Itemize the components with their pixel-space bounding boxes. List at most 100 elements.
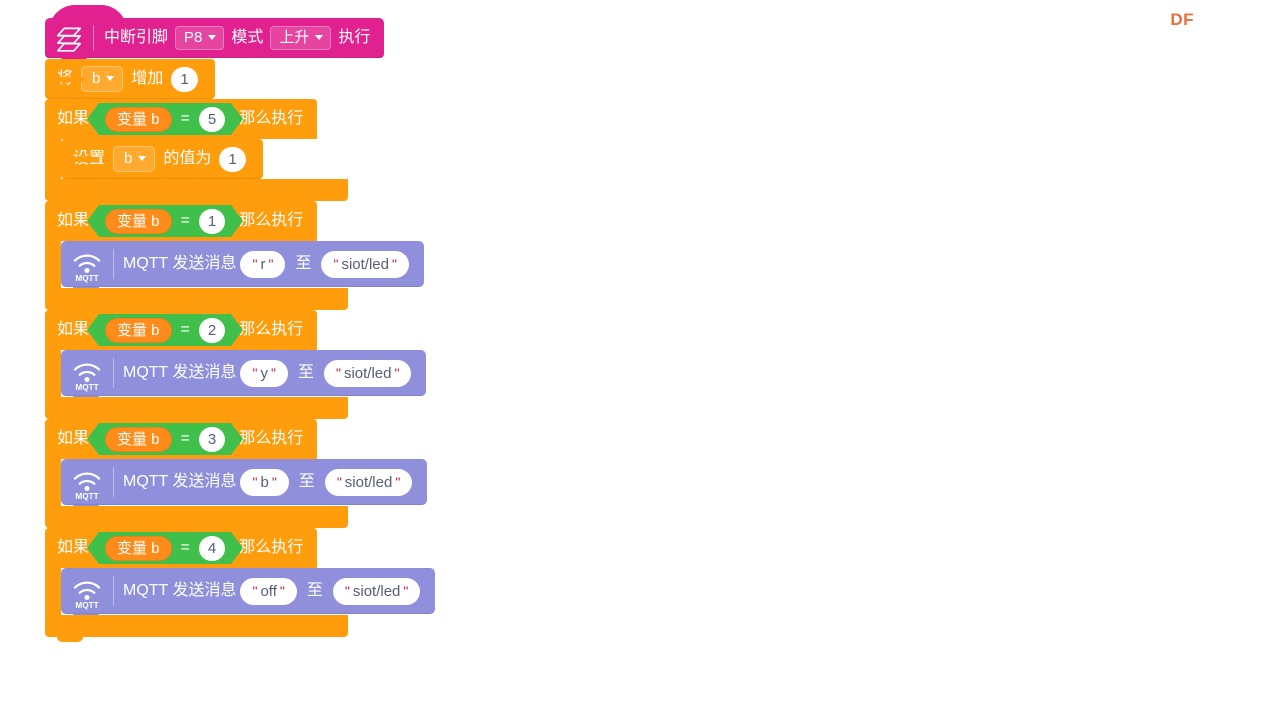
blockly-workspace[interactable]: DF 中断引脚 P8 模式 上升 执行 b 增加 1 如果 变量 b = 5 那… [0,0,1280,720]
equals-condition[interactable]: 变量 b = 2 [86,314,244,346]
mqtt-send-block[interactable]: MQTT MQTT 发送消息 " off " 至 " siot/led " [61,568,436,619]
hat-block-interrupt-pin[interactable]: 中断引脚 P8 模式 上升 执行 [45,5,385,63]
mqtt-wifi-icon: MQTT [73,472,101,501]
mqtt-topic-input[interactable]: " siot/led " [332,577,421,605]
quote-mark: " [394,365,400,381]
chevron-down-icon [315,35,324,40]
if-block[interactable]: 如果 变量 b = 1 那么执行 MQTT MQTT 发送消息 " r " 至 … [45,201,435,315]
if-header[interactable]: 如果 变量 b = 2 那么执行 [45,310,318,350]
mqtt-message-value: off [260,582,277,600]
mqtt-divider [113,576,114,606]
mqtt-message-input[interactable]: " r " [240,250,286,278]
variable-reporter[interactable]: 变量 b [105,317,172,343]
pin-dropdown[interactable]: P8 [175,26,225,50]
set-middle-label: 的值为 [163,150,212,167]
if-block[interactable]: 如果 变量 b = 4 那么执行 MQTT MQTT 发送消息 " off " … [45,528,436,642]
if-header[interactable]: 如果 变量 b = 4 那么执行 [45,528,318,568]
c-block-arm [45,350,61,397]
if-body: MQTT MQTT 发送消息 " b " 至 " siot/led " [45,459,435,510]
set-variable-dropdown[interactable]: b [113,146,156,172]
quote-mark: " [252,365,258,381]
mqtt-send-label: MQTT 发送消息 [123,582,237,599]
condition-value-input[interactable]: 3 [198,426,226,452]
equals-condition[interactable]: 变量 b = 3 [86,423,244,455]
mqtt-send-block[interactable]: MQTT MQTT 发送消息 " b " 至 " siot/led " [61,459,428,510]
dfrobot-logo: DF [1170,10,1194,29]
block-top-notch [57,310,83,315]
set-variable-name: b [124,150,133,167]
mqtt-topic-input[interactable]: " siot/led " [323,359,412,387]
mqtt-to-label: 至 [306,582,323,599]
quote-mark: " [252,474,258,490]
equals-condition[interactable]: 变量 b = 5 [86,103,244,135]
condition-value-input[interactable]: 2 [198,317,226,343]
change-variable-dropdown[interactable]: b [81,66,124,92]
if-label: 如果 [57,110,90,127]
if-label: 如果 [57,430,90,447]
set-variable-block[interactable]: 设置 b 的值为 1 [61,139,263,184]
mqtt-to-label: 至 [297,364,314,381]
if-footer [45,288,348,315]
quote-mark: " [271,474,277,490]
if-label: 如果 [57,212,90,229]
if-header[interactable]: 如果 变量 b = 1 那么执行 [45,201,318,241]
quote-mark: " [270,365,276,381]
if-footer [45,179,348,206]
svg-text:MQTT: MQTT [75,601,98,610]
block-top-notch [57,419,83,424]
if-block[interactable]: 如果 变量 b = 5 那么执行 设置 b [45,99,435,206]
mqtt-wifi-icon: MQTT [73,254,101,283]
variable-reporter[interactable]: 变量 b [105,535,172,561]
block-top-notch [57,76,83,82]
if-footer [45,397,348,424]
quote-mark: " [336,474,342,490]
quote-mark: " [252,256,258,272]
mode-dropdown[interactable]: 上升 [270,26,332,50]
operator-symbol: = [180,321,190,338]
mqtt-message-input[interactable]: " b " [240,468,289,496]
hat-label: 中断引脚 [104,29,169,46]
block-top-notch [73,241,99,246]
change-variable-block[interactable]: 将 b 增加 1 [45,59,215,104]
then-label: 那么执行 [239,321,304,338]
quote-mark: " [279,583,285,599]
variable-reporter[interactable]: 变量 b [105,208,172,234]
condition-value-input[interactable]: 1 [198,208,226,234]
if-body: MQTT MQTT 发送消息 " off " 至 " siot/led " [45,568,436,619]
if-body: 设置 b 的值为 1 [45,139,435,184]
block-top-notch [57,201,83,206]
mqtt-topic-input[interactable]: " siot/led " [324,468,413,496]
mqtt-send-block[interactable]: MQTT MQTT 发送消息 " r " 至 " siot/led " [61,241,424,292]
chevron-down-icon [138,156,147,161]
if-block[interactable]: 如果 变量 b = 2 那么执行 MQTT MQTT 发送消息 " y " 至 … [45,310,435,424]
block-top-notch [73,350,99,355]
operator-symbol: = [180,110,190,127]
if-header[interactable]: 如果 变量 b = 5 那么执行 [45,99,318,139]
condition-value-input[interactable]: 4 [198,535,226,561]
set-value-input[interactable]: 1 [219,146,246,172]
if-header[interactable]: 如果 变量 b = 3 那么执行 [45,419,318,459]
mqtt-message-input[interactable]: " off " [240,577,297,605]
mqtt-divider [113,358,114,388]
block-script-stack[interactable]: 中断引脚 P8 模式 上升 执行 将 b [45,5,436,642]
variable-reporter[interactable]: 变量 b [105,426,172,452]
equals-condition[interactable]: 变量 b = 4 [86,532,244,564]
svg-text:MQTT: MQTT [75,492,98,501]
block-top-notch [73,156,99,162]
mqtt-send-label: MQTT 发送消息 [123,473,237,490]
block-top-notch [57,99,83,104]
equals-condition[interactable]: 变量 b = 1 [86,205,244,237]
then-label: 那么执行 [239,212,304,229]
mqtt-to-label: 至 [295,255,312,272]
then-label: 那么执行 [239,430,304,447]
quote-mark: " [335,365,341,381]
mqtt-message-input[interactable]: " y " [240,359,288,387]
mqtt-send-block[interactable]: MQTT MQTT 发送消息 " y " 至 " siot/led " [61,350,427,401]
change-amount-input[interactable]: 1 [171,66,198,92]
condition-value-input[interactable]: 5 [198,106,226,132]
mqtt-topic-input[interactable]: " siot/led " [321,250,409,278]
hat-do-label: 执行 [338,29,371,46]
mqtt-topic-value: siot/led [344,473,393,491]
if-block[interactable]: 如果 变量 b = 3 那么执行 MQTT MQTT 发送消息 " b " 至 … [45,419,435,533]
variable-reporter[interactable]: 变量 b [105,106,172,132]
